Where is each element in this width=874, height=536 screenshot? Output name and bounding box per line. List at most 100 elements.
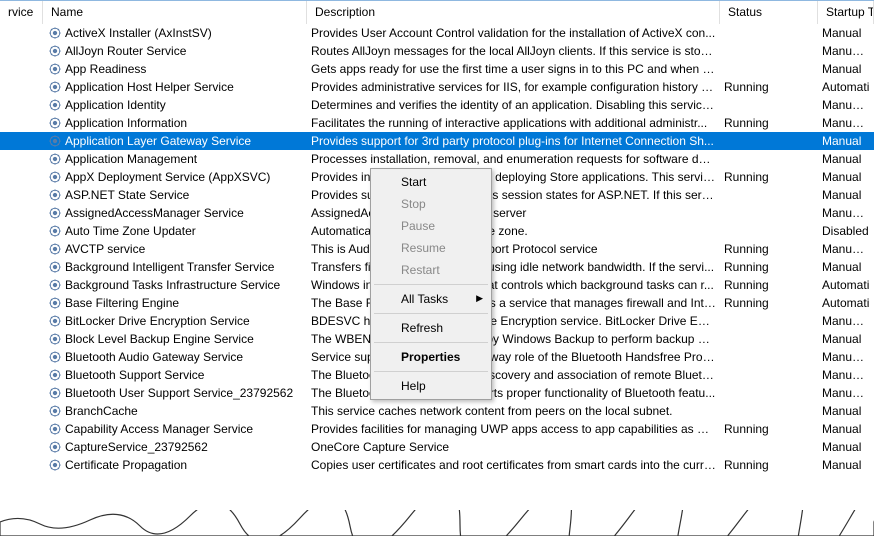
table-row[interactable]: ActiveX Installer (AxInstSV) Provides Use… (0, 24, 874, 42)
service-description: Processes installation, removal, and enu… (307, 152, 720, 166)
service-description: The WBENGINE service is used by Windows … (307, 332, 720, 346)
service-name: AppX Deployment Service (AppXSVC) (65, 170, 270, 184)
table-row[interactable]: Application ManagementProcesses installa… (0, 150, 874, 168)
service-description: BDESVC hosts the BitLocker Drive Encrypt… (307, 314, 720, 328)
service-status: Running (720, 170, 818, 184)
service-description: Provides support for out-of-process sess… (307, 188, 720, 202)
service-description: The Base Filtering Engine (BFE) is a ser… (307, 296, 720, 310)
menu-all-tasks-label: All Tasks (401, 292, 448, 306)
menu-all-tasks[interactable]: All Tasks ▶ (373, 288, 489, 310)
service-status: Running (720, 80, 818, 94)
service-status: Running (720, 422, 818, 436)
column-header-startup[interactable]: Startup Ty (818, 1, 874, 24)
chevron-right-icon: ▶ (476, 293, 483, 304)
service-name: Capability Access Manager Service (65, 422, 253, 436)
service-startup: Manual (818, 26, 874, 40)
service-description: This service caches network content from… (307, 404, 720, 418)
service-name: Bluetooth User Support Service_23792562 (65, 386, 293, 400)
service-startup: Manual (818, 152, 874, 166)
column-header-name[interactable]: Name (43, 1, 307, 24)
service-name: ActiveX Installer (AxInstSV) (65, 26, 212, 40)
table-row[interactable]: BranchCache This service caches network c… (0, 402, 874, 420)
gear-icon (47, 331, 63, 347)
service-description: Service supporting the audio gateway rol… (307, 350, 720, 364)
service-name: BitLocker Drive Encryption Service (65, 314, 250, 328)
service-startup: Manual (T (818, 242, 874, 256)
table-row[interactable]: CaptureService_23792562OneCore Capture S… (0, 438, 874, 456)
service-name: AssignedAccessManager Service (65, 206, 244, 220)
service-description: Provides facilities for managing UWP app… (307, 422, 720, 436)
menu-stop: Stop (373, 193, 489, 215)
gear-icon (47, 259, 63, 275)
service-name: Certificate Propagation (65, 458, 187, 472)
service-name: App Readiness (65, 62, 146, 76)
service-name: Base Filtering Engine (65, 296, 179, 310)
service-startup: Manual (818, 458, 874, 472)
service-name: Application Host Helper Service (65, 80, 234, 94)
table-row[interactable]: Application IdentityDetermines and verif… (0, 96, 874, 114)
service-description: Gets apps ready for use the first time a… (307, 62, 720, 76)
service-status: Running (720, 296, 818, 310)
service-name: Bluetooth Audio Gateway Service (65, 350, 243, 364)
table-row[interactable]: Capability Access Manager Service Provide… (0, 420, 874, 438)
service-startup: Manual (T (818, 206, 874, 220)
column-header-status[interactable]: Status (720, 1, 818, 24)
service-startup: Automati (818, 80, 874, 94)
service-description: This is Audio Video Control Transport Pr… (307, 242, 720, 256)
service-description: AssignedAccessManager Service server (307, 206, 720, 220)
menu-separator (374, 371, 488, 372)
service-startup: Manual (818, 134, 874, 148)
menu-separator (374, 284, 488, 285)
service-status: Running (720, 458, 818, 472)
service-startup: Automati (818, 296, 874, 310)
service-description: Copies user certificates and root certif… (307, 458, 720, 472)
menu-pause: Pause (373, 215, 489, 237)
service-startup: Manual (818, 332, 874, 346)
gear-icon (47, 313, 63, 329)
table-row[interactable]: AllJoyn Router ServiceRoutes AllJoyn mes… (0, 42, 874, 60)
service-description: Automatically sets the system time zone. (307, 224, 720, 238)
menu-separator (374, 342, 488, 343)
service-description: The Bluetooth service supports discovery… (307, 368, 720, 382)
gear-icon (47, 277, 63, 293)
service-name: CaptureService_23792562 (65, 440, 208, 454)
table-row[interactable]: Application InformationFacilitates the r… (0, 114, 874, 132)
service-startup: Manual (T (818, 368, 874, 382)
table-row[interactable]: Certificate Propagation Copies user certi… (0, 456, 874, 474)
context-menu: Start Stop Pause Resume Restart All Task… (370, 168, 492, 400)
menu-help[interactable]: Help (373, 375, 489, 397)
gear-icon (47, 169, 63, 185)
gear-icon (47, 439, 63, 455)
service-description: Windows infrastructure service that cont… (307, 278, 720, 292)
table-row[interactable]: Application Layer Gateway ServiceProvide… (0, 132, 874, 150)
service-name: Block Level Backup Engine Service (65, 332, 254, 346)
service-description: Provides User Account Control validation… (307, 26, 720, 40)
service-description: The Bluetooth user service supports prop… (307, 386, 720, 400)
torn-edge-decoration (0, 510, 874, 536)
gear-icon (47, 241, 63, 257)
column-header-service[interactable]: rvice (0, 1, 43, 24)
table-row[interactable]: Application Host Helper ServiceProvides … (0, 78, 874, 96)
gear-icon (47, 385, 63, 401)
service-description: Transfers files in the background using … (307, 260, 720, 274)
menu-refresh[interactable]: Refresh (373, 317, 489, 339)
gear-icon (47, 133, 63, 149)
service-startup: Manual (818, 440, 874, 454)
gear-icon (47, 223, 63, 239)
service-startup: Manual (T (818, 98, 874, 112)
gear-icon (47, 457, 63, 473)
gear-icon (47, 295, 63, 311)
table-row[interactable]: App Readiness Gets apps ready for use the… (0, 60, 874, 78)
menu-start[interactable]: Start (373, 171, 489, 193)
menu-separator (374, 313, 488, 314)
service-startup: Manual (818, 404, 874, 418)
menu-restart: Restart (373, 259, 489, 281)
service-status: Running (720, 260, 818, 274)
column-header-description[interactable]: Description (307, 1, 720, 24)
service-startup: Disabled (818, 224, 874, 238)
menu-properties[interactable]: Properties (373, 346, 489, 368)
gear-icon (47, 61, 63, 77)
service-name: BranchCache (65, 404, 138, 418)
service-name: Application Identity (65, 98, 166, 112)
service-name: Application Layer Gateway Service (65, 134, 251, 148)
